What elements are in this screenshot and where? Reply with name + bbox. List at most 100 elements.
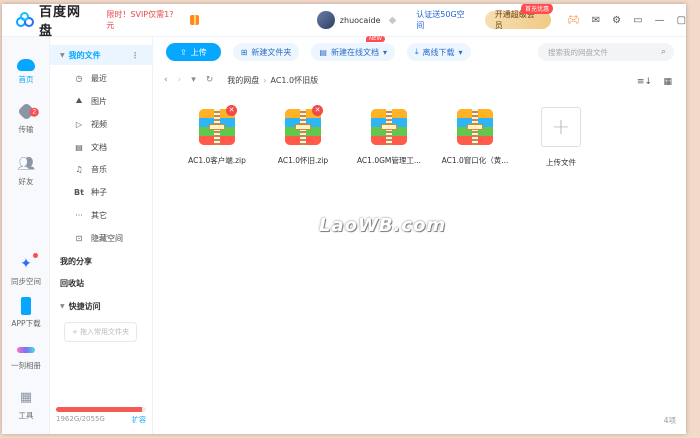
upload-button[interactable]: ⇪ 上传 — [166, 43, 221, 61]
download-icon: ⤓ — [414, 47, 419, 56]
sidebar-item-music[interactable]: ♫ 音乐 — [50, 159, 153, 179]
breadcrumb-root[interactable]: 我的网盘 — [227, 75, 259, 86]
add-favorite-folder-button[interactable]: + 拖入常用文件夹 — [64, 322, 137, 342]
mail-icon[interactable]: ✉ — [592, 15, 600, 26]
sidebar-item-torrents[interactable]: Bt 种子 — [50, 182, 153, 202]
upload-file-tile[interactable]: + 上传文件 — [518, 107, 604, 168]
app-title: 百度网盘 — [39, 5, 82, 39]
caret-down-icon[interactable]: ▼ — [60, 52, 65, 59]
sync-icon: ✦ — [17, 253, 38, 273]
file-item[interactable]: ✕ AC1.0客户端.zip — [174, 105, 260, 168]
sidebar: ▼ 我的文件 ⋮ ◷ 最近 ⛰ 图片 ▷ 视频 ▤ 文档 ♫ 音乐 Bt 种子 ··· 其它 … — [50, 37, 153, 434]
app-logo: 百度网盘 限时！SVIP仅需1?元 — [16, 4, 200, 39]
sidebar-item-label: 隐藏空间 — [91, 233, 123, 243]
left-nav: 首页 2 传输 👥︎ 好友 ✦ 同步空间 APP下载 一刻相册 ▦ 工具 — [2, 37, 50, 434]
transfer-icon: 2 — [16, 102, 39, 121]
maximize-icon[interactable]: ▢ — [677, 15, 686, 26]
lock-icon: ⊡ — [75, 233, 83, 243]
verify-link[interactable]: 认证送50G空间 — [416, 9, 470, 31]
sidebar-item-docs[interactable]: ▤ 文档 — [50, 137, 153, 157]
skin-icon[interactable]: ▭ — [633, 15, 642, 26]
nav-transfer[interactable]: 2 传输 — [2, 102, 50, 135]
breadcrumb-separator-icon: › — [263, 75, 267, 85]
storage-bar — [56, 407, 146, 412]
tools-grid-icon: ▦ — [19, 390, 33, 405]
breadcrumb-current[interactable]: AC1.0怀旧版 — [271, 75, 319, 86]
gift-icon[interactable] — [189, 15, 200, 25]
watermark: LaoWB.com — [319, 215, 447, 236]
clock-icon: ◷ — [75, 73, 83, 83]
file-name: AC1.0GM管理工... — [356, 156, 422, 165]
doc-icon: ▤ — [75, 142, 83, 152]
gamepad-icon[interactable]: 🎮︎ — [567, 15, 580, 26]
sidebar-recycle-bin[interactable]: 回收站 — [50, 273, 153, 293]
nav-friends-label: 好友 — [18, 177, 34, 186]
sync-dot — [33, 253, 38, 258]
nav-home-label: 首页 — [18, 75, 34, 84]
new-online-doc-button[interactable]: ▤ 新建在线文档 ▾ NEW — [311, 36, 395, 61]
history-dropdown-icon[interactable]: ▾ — [191, 75, 196, 85]
back-icon[interactable]: ‹ — [164, 75, 168, 85]
new-doc-label: 新建在线文档 — [330, 47, 379, 57]
minimize-icon[interactable]: — — [655, 15, 665, 26]
file-grid: ✕ AC1.0客户端.zip ✕ AC1.0怀旧.zip AC1.0GM管理工.… — [174, 105, 604, 168]
sidebar-item-label: 种子 — [91, 187, 107, 197]
search-icon[interactable]: ⌕ — [661, 47, 666, 57]
upload-file-label: 上传文件 — [546, 158, 576, 167]
more-icon[interactable]: ⋮ — [131, 51, 139, 60]
error-badge-icon: ✕ — [312, 105, 323, 116]
sidebar-item-images[interactable]: ⛰ 图片 — [50, 91, 153, 111]
avatar[interactable] — [317, 11, 335, 29]
sidebar-item-hidden[interactable]: ⊡ 隐藏空间 — [50, 228, 153, 248]
nav-friends[interactable]: 👥︎ 好友 — [2, 155, 50, 187]
sidebar-item-label: 其它 — [91, 210, 107, 220]
file-item[interactable]: AC1.0窗口化（黄... — [432, 109, 518, 168]
offline-label: 离线下载 — [422, 47, 455, 57]
refresh-icon[interactable]: ↻ — [206, 75, 214, 85]
sort-icon[interactable]: ≡↓ — [637, 77, 652, 87]
cloud-icon — [17, 59, 35, 71]
nav-tools[interactable]: ▦ 工具 — [2, 389, 50, 421]
chevron-down-icon: ▾ — [382, 47, 387, 57]
search-input[interactable]: 搜索我的网盘文件 ⌕ — [538, 43, 674, 61]
diamond-icon[interactable]: ◆ — [389, 15, 397, 26]
chevron-down-icon: ▾ — [458, 47, 463, 57]
zip-archive-icon — [457, 109, 493, 145]
search-placeholder: 搜索我的网盘文件 — [548, 47, 608, 57]
file-item[interactable]: ✕ AC1.0怀旧.zip — [260, 105, 346, 168]
sidebar-quick-access[interactable]: ▼ 快捷访问 — [50, 296, 153, 316]
caret-down-icon[interactable]: ▼ — [60, 303, 65, 310]
storage-fill — [56, 407, 142, 412]
sidebar-my-files[interactable]: ▼ 我的文件 ⋮ — [50, 45, 153, 65]
svip-promo-link[interactable]: 限时！SVIP仅需1?元 — [106, 9, 178, 31]
plus-icon: + — [541, 107, 581, 147]
forward-icon[interactable]: › — [178, 75, 182, 85]
sidebar-my-share[interactable]: 我的分享 — [50, 251, 153, 271]
doc-plus-icon: ▤ — [319, 47, 327, 57]
vip-discount-tag: 首充优惠 — [521, 4, 554, 14]
upload-icon: ⇪ — [180, 47, 187, 57]
sidebar-item-videos[interactable]: ▷ 视频 — [50, 114, 153, 134]
nav-sync-space[interactable]: ✦ 同步空间 — [2, 253, 50, 287]
new-folder-button[interactable]: ⊞ 新建文件夹 — [232, 43, 300, 61]
nav-app-download[interactable]: APP下载 — [2, 297, 50, 329]
offline-download-button[interactable]: ⤓ 离线下载 ▾ — [406, 43, 471, 61]
expand-storage-link[interactable]: 扩容 — [132, 415, 146, 425]
sidebar-item-label: 音乐 — [91, 164, 107, 174]
nav-home[interactable]: 首页 — [2, 55, 50, 85]
zip-archive-icon — [371, 109, 407, 145]
sidebar-item-label: 视频 — [91, 119, 107, 129]
open-vip-button[interactable]: 开通超级会员 首充优惠 — [484, 4, 554, 30]
file-name: AC1.0客户端.zip — [188, 156, 246, 165]
nav-tools-label: 工具 — [18, 411, 34, 420]
nav-album[interactable]: 一刻相册 — [2, 341, 50, 371]
sidebar-item-recent[interactable]: ◷ 最近 — [50, 68, 153, 88]
grid-view-icon[interactable]: ▦ — [663, 77, 672, 87]
username[interactable]: zhuocaide — [340, 16, 381, 25]
file-item[interactable]: AC1.0GM管理工... — [346, 109, 432, 168]
phone-icon — [21, 297, 31, 315]
sidebar-item-other[interactable]: ··· 其它 — [50, 205, 153, 225]
baidu-netdisk-logo-icon — [16, 12, 35, 28]
gear-icon[interactable]: ⚙ — [612, 15, 621, 26]
toolbar: ⇪ 上传 ⊞ 新建文件夹 ▤ 新建在线文档 ▾ NEW ⤓ 离线下载 ▾ 搜索我… — [154, 36, 686, 67]
